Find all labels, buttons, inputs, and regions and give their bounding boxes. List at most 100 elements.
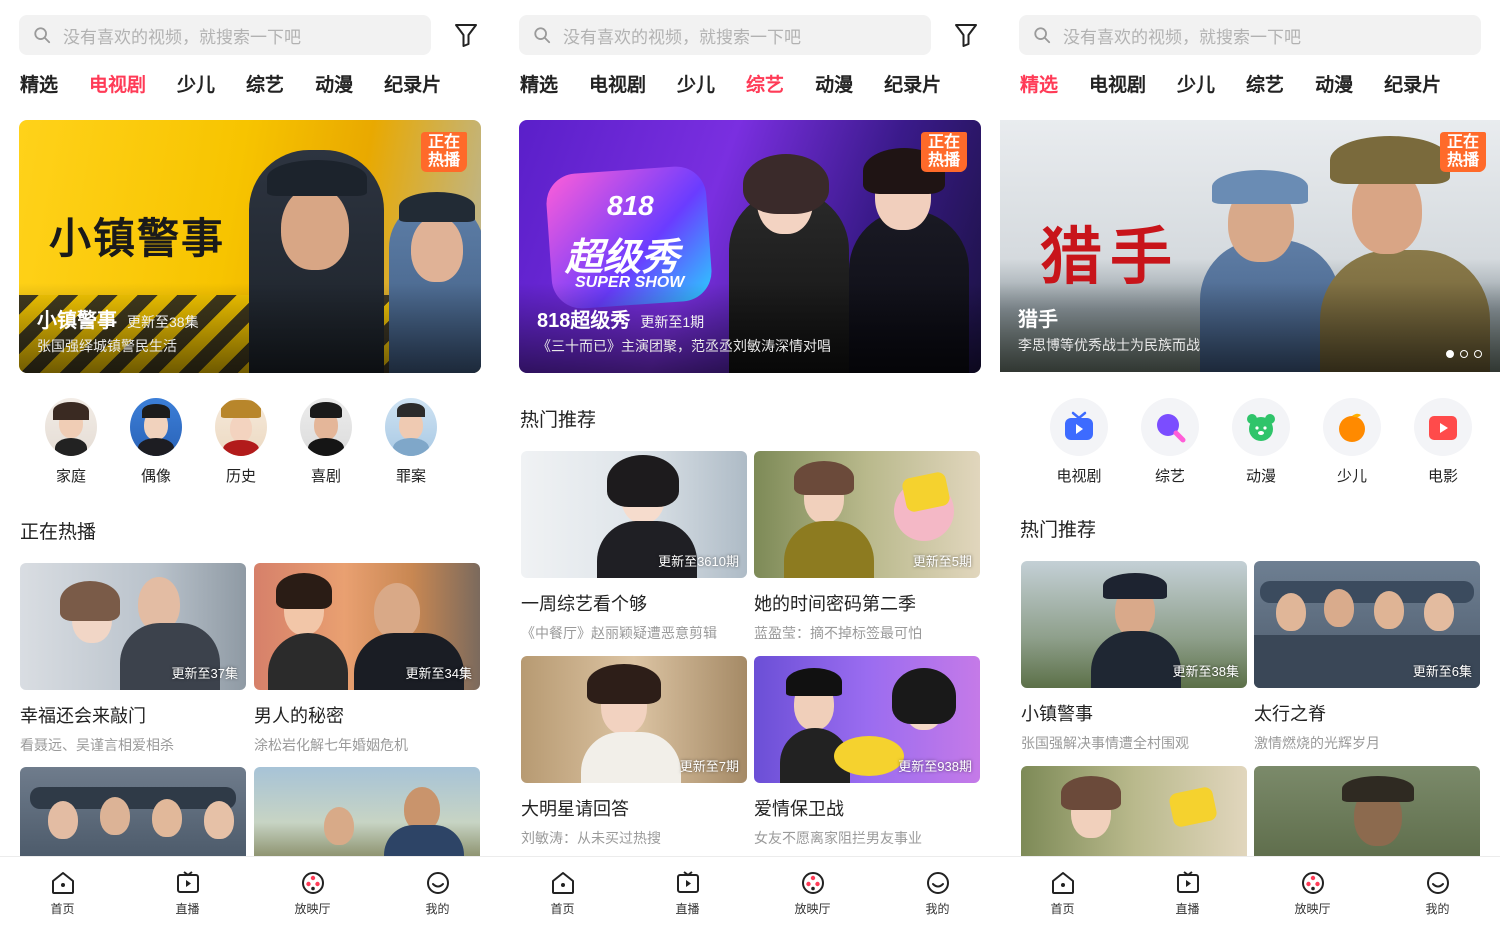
- hero-banner[interactable]: 猎手 正在热播 猎手 李思博等优秀战士为民族而战: [1000, 120, 1500, 372]
- video-title: 小镇警事: [1021, 704, 1093, 724]
- video-thumbnail: 更新至5期: [754, 451, 980, 578]
- genre-crime-avatar: [385, 398, 437, 456]
- nav-home[interactable]: 首页: [500, 857, 625, 926]
- tab-kids[interactable]: 少儿: [177, 70, 215, 102]
- nav-mine[interactable]: 我的: [1375, 857, 1500, 926]
- video-card[interactable]: [1254, 766, 1480, 858]
- section-title: 正在热播: [20, 522, 97, 543]
- carousel-dot: [1474, 350, 1482, 358]
- tab-variety[interactable]: 综艺: [246, 70, 284, 102]
- genre-family[interactable]: 家庭: [45, 398, 97, 486]
- filter-icon[interactable]: [954, 22, 978, 48]
- search-icon: [534, 27, 551, 44]
- banner-title: 818超级秀 更新至1期: [537, 310, 705, 332]
- tab-tv-drama[interactable]: 电视剧: [89, 70, 146, 102]
- tab-documentary[interactable]: 纪录片: [1384, 70, 1441, 102]
- nav-mine[interactable]: 我的: [375, 857, 500, 926]
- carousel-indicator[interactable]: [1446, 350, 1482, 358]
- video-card[interactable]: 更新至6集 太行之脊 激情燃烧的光辉岁月: [1254, 561, 1480, 753]
- video-card[interactable]: 更新至38集 小镇警事 张国强解决事情遭全村围观: [1021, 561, 1247, 753]
- tab-variety[interactable]: 综艺: [746, 70, 784, 102]
- banner-title: 猎手: [1018, 309, 1058, 331]
- search-bar[interactable]: 没有喜欢的视频，就搜索一下吧: [519, 15, 931, 55]
- film-reel-icon: [301, 872, 324, 894]
- video-title: 男人的秘密: [254, 706, 344, 726]
- screen-variety: 没有喜欢的视频，就搜索一下吧 精选 电视剧 少儿 综艺 动漫 纪录片 818 超…: [500, 0, 1000, 926]
- nav-live[interactable]: 直播: [125, 857, 250, 926]
- filter-icon[interactable]: [454, 22, 478, 48]
- banner-subtitle: 李思博等优秀战士为民族而战: [1018, 337, 1200, 353]
- nav-home[interactable]: 首页: [1000, 857, 1125, 926]
- video-card[interactable]: 更新至938期 爱情保卫战 女友不愿离家阻拦男友事业: [754, 656, 980, 848]
- video-card[interactable]: 更新至3610期 一周综艺看个够 《中餐厅》赵丽颖疑遭恶意剪辑: [521, 451, 747, 643]
- nav-cinema[interactable]: 放映厅: [1250, 857, 1375, 926]
- section-title: 热门推荐: [520, 410, 597, 431]
- tab-kids[interactable]: 少儿: [1177, 70, 1215, 102]
- hero-banner[interactable]: 小镇警事 正在热播 小镇警事 更新至38集 张国强绎城镇警民生活: [19, 120, 481, 373]
- tab-featured[interactable]: 精选: [20, 70, 58, 102]
- video-card[interactable]: 更新至5期 她的时间密码第二季 蓝盈莹：摘不掉标签最可怕: [754, 451, 980, 643]
- live-tv-icon: [676, 871, 699, 893]
- screen-tv-drama: 没有喜欢的视频，就搜索一下吧 精选 电视剧 少儿 综艺 动漫 纪录片 小镇警事 …: [0, 0, 500, 926]
- tab-featured[interactable]: 精选: [520, 70, 558, 102]
- genre-history[interactable]: 历史: [215, 398, 267, 486]
- video-thumbnail: [1254, 766, 1480, 858]
- genre-comedy-avatar: [300, 398, 352, 456]
- video-card[interactable]: 更新至37集 幸福还会来敲门 看聂远、吴谨言相爱相杀: [20, 563, 246, 755]
- video-thumbnail: 更新至6集: [1254, 561, 1480, 688]
- hot-badge-text: 正在热播: [427, 134, 460, 169]
- tab-anime[interactable]: 动漫: [815, 70, 853, 102]
- nav-mine[interactable]: 我的: [875, 857, 1000, 926]
- nav-live[interactable]: 直播: [625, 857, 750, 926]
- video-title: 一周综艺看个够: [521, 594, 647, 614]
- video-thumbnail: 更新至38集: [1021, 561, 1247, 688]
- tab-kids[interactable]: 少儿: [677, 70, 715, 102]
- search-bar[interactable]: 没有喜欢的视频，就搜索一下吧: [1019, 15, 1481, 55]
- genre-idol[interactable]: 偶像: [130, 398, 182, 486]
- video-thumbnail: 更新至3610期: [521, 451, 747, 578]
- search-icon: [34, 27, 51, 44]
- nav-cinema[interactable]: 放映厅: [750, 857, 875, 926]
- genre-comedy[interactable]: 喜剧: [300, 398, 352, 486]
- home-icon: [1051, 872, 1074, 894]
- nav-cinema[interactable]: 放映厅: [250, 857, 375, 926]
- tab-tv-drama[interactable]: 电视剧: [589, 70, 646, 102]
- video-card[interactable]: [20, 767, 246, 859]
- channel-movie[interactable]: 电影: [1414, 398, 1472, 486]
- bottom-nav: 首页 直播 放映厅 我的: [1000, 856, 1500, 926]
- video-title: 她的时间密码第二季: [754, 594, 916, 614]
- tab-anime[interactable]: 动漫: [315, 70, 353, 102]
- nav-live[interactable]: 直播: [1125, 857, 1250, 926]
- banner-art-818: 818: [607, 190, 654, 221]
- nav-home[interactable]: 首页: [0, 857, 125, 926]
- movie-icon: [1429, 416, 1457, 440]
- magnifier-variety-icon: [1157, 414, 1186, 443]
- search-placeholder: 没有喜欢的视频，就搜索一下吧: [563, 27, 801, 47]
- tab-anime[interactable]: 动漫: [1315, 70, 1353, 102]
- video-card[interactable]: 更新至7期 大明星请回答 刘敏涛：从未买过热搜: [521, 656, 747, 848]
- channel-anime[interactable]: 动漫: [1232, 398, 1290, 486]
- video-card[interactable]: [254, 767, 480, 859]
- search-placeholder: 没有喜欢的视频，就搜索一下吧: [63, 27, 301, 47]
- video-card[interactable]: 更新至34集 男人的秘密 涂松岩化解七年婚姻危机: [254, 563, 480, 755]
- video-subtitle: 女友不愿离家阻拦男友事业: [754, 830, 922, 846]
- orange-icon: [1339, 413, 1365, 442]
- video-thumbnail: 更新至938期: [754, 656, 980, 783]
- tab-tv-drama[interactable]: 电视剧: [1089, 70, 1146, 102]
- tab-documentary[interactable]: 纪录片: [384, 70, 441, 102]
- tab-variety[interactable]: 综艺: [1246, 70, 1284, 102]
- video-card[interactable]: [1021, 766, 1247, 858]
- channel-tv[interactable]: 电视剧: [1050, 398, 1108, 486]
- video-thumbnail: [20, 767, 246, 859]
- banner-title: 小镇警事 更新至38集: [37, 310, 199, 332]
- video-subtitle: 张国强解决事情遭全村围观: [1021, 735, 1189, 751]
- search-bar[interactable]: 没有喜欢的视频，就搜索一下吧: [19, 15, 431, 55]
- hero-banner[interactable]: 818 超级秀 SUPER SHOW 正在热播 818超级秀更新至1期 《三十而…: [519, 120, 981, 373]
- bottom-nav: 首页 直播 放映厅 我的: [500, 856, 1000, 926]
- banner-subtitle: 张国强绎城镇警民生活: [37, 338, 177, 354]
- channel-kids[interactable]: 少儿: [1323, 398, 1381, 486]
- channel-variety[interactable]: 综艺: [1141, 398, 1199, 486]
- genre-crime[interactable]: 罪案: [385, 398, 437, 486]
- tab-documentary[interactable]: 纪录片: [884, 70, 941, 102]
- tab-featured[interactable]: 精选: [1020, 70, 1058, 102]
